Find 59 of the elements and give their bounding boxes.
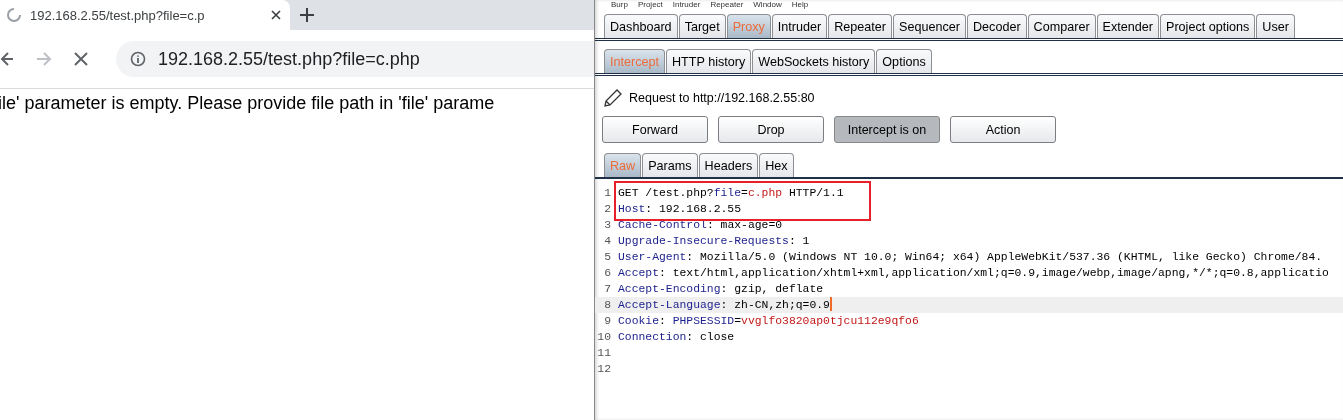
- code-line: Cache-Control: max-age=0: [618, 218, 783, 233]
- stop-icon[interactable]: [74, 52, 88, 66]
- info-icon[interactable]: [130, 51, 146, 67]
- code-line: Upgrade-Insecure-Requests: 1: [618, 234, 810, 249]
- tab[interactable]: WebSockets history: [752, 49, 876, 73]
- toolbar-button[interactable]: Forward: [602, 116, 708, 143]
- menu-item[interactable]: Project: [637, 0, 663, 9]
- toolbar-button[interactable]: Action: [950, 116, 1056, 143]
- tab[interactable]: User: [1256, 14, 1295, 38]
- new-tab-icon[interactable]: [300, 8, 314, 22]
- tab[interactable]: Options: [876, 49, 932, 73]
- line-number: 10: [596, 330, 612, 345]
- line-number: 6: [603, 266, 612, 281]
- line-number: 9: [603, 314, 612, 329]
- code-line: GET /test.php?file=c.php HTTP/1.1: [618, 186, 844, 201]
- tab[interactable]: Target: [678, 14, 726, 38]
- tab[interactable]: Sequencer: [893, 14, 966, 38]
- toolbar-button[interactable]: Drop: [718, 116, 824, 143]
- code-line: Cookie: PHPSESSID=vvglfo3820ap0tjcu112e9qfo6: [618, 314, 919, 329]
- tab[interactable]: Decoder: [967, 14, 1027, 38]
- code-line: Host: 192.168.2.55: [618, 202, 742, 217]
- line-number: 4: [603, 234, 612, 249]
- tab[interactable]: Params: [642, 153, 698, 177]
- pencil-icon: [603, 88, 623, 108]
- tab[interactable]: Dashboard: [604, 14, 678, 38]
- toolbar-button[interactable]: Intercept is on: [834, 116, 940, 143]
- line-number: 2: [603, 202, 612, 217]
- tab[interactable]: HTTP history: [666, 49, 752, 73]
- menu-item[interactable]: Help: [791, 0, 809, 9]
- line-number: 3: [603, 218, 612, 233]
- page-message: ile' parameter is empty. Please provide file path in 'file' parame: [0, 93, 496, 114]
- menu-item[interactable]: Burp: [611, 0, 628, 9]
- tab[interactable]: Comparer: [1027, 14, 1096, 38]
- menu-item[interactable]: Intruder: [672, 0, 701, 9]
- address-bar[interactable]: 192.168.2.55/test.php?file=c.php: [116, 41, 594, 77]
- request-label: Request to http://192.168.2.55:80: [629, 91, 815, 105]
- code-line: Accept-Encoding: gzip, deflate: [618, 282, 824, 297]
- tab[interactable]: Headers: [698, 153, 759, 177]
- menu-item[interactable]: Repeater: [710, 0, 744, 9]
- line-number: 1: [603, 186, 612, 201]
- tab[interactable]: Repeater: [828, 14, 893, 38]
- line-number: 12: [596, 362, 612, 377]
- code-line: Accept: text/html,application/xhtml+xml,application/xml;q=0.9,image/webp,image/apng,*/*;q=0.8,applicatio: [618, 266, 1329, 281]
- code-line: User-Agent: Mozilla/5.0 (Windows NT 10.0; Win64; x64) AppleWebKit/537.36 (KHTML, like Gecko) Chrome/84.: [618, 250, 1323, 265]
- line-number: 5: [603, 250, 612, 265]
- line-number: 7: [603, 282, 612, 297]
- code-line: Connection: close: [618, 330, 735, 345]
- close-icon[interactable]: [270, 9, 282, 21]
- back-icon[interactable]: [0, 51, 14, 67]
- text-cursor: [829, 297, 832, 311]
- tab[interactable]: Hex: [759, 153, 794, 177]
- code-line: Accept-Language: zh-CN,zh;q=0.9: [618, 298, 830, 313]
- line-number: 11: [596, 346, 612, 361]
- tab[interactable]: Project options: [1160, 14, 1256, 38]
- tab[interactable]: Intruder: [771, 14, 828, 38]
- line-number: 8: [603, 298, 612, 313]
- tab[interactable]: Extender: [1096, 14, 1159, 38]
- browser-tab[interactable]: 192.168.2.55/test.php?file=c.p: [0, 0, 290, 30]
- menu-item[interactable]: Window: [753, 0, 782, 9]
